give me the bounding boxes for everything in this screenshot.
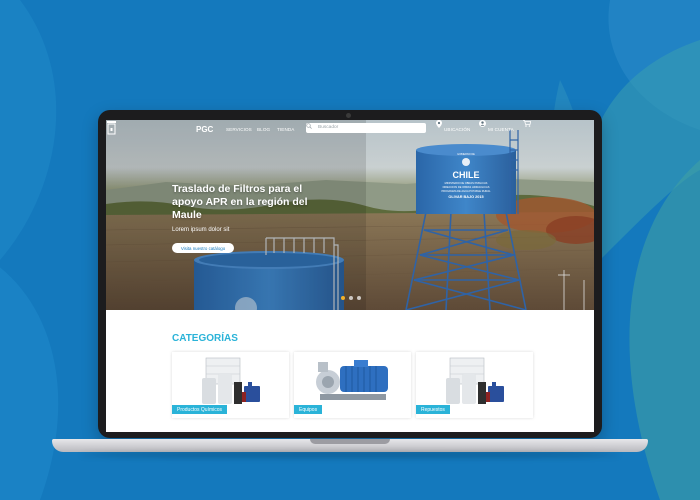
logo-text[interactable]: PGC: [196, 125, 213, 134]
cart-icon[interactable]: [523, 120, 531, 127]
category-card-quimicos[interactable]: Productos Químicos: [172, 352, 289, 418]
category-card-equipos[interactable]: Equipos: [294, 352, 411, 418]
nav-mi-cuenta[interactable]: MI CUENTA: [488, 127, 514, 132]
search-placeholder: Buscador: [318, 125, 339, 130]
tank-sign-line: MINISTERIO DE OBRAS PUBLICAS: [445, 181, 488, 185]
search-input[interactable]: Buscador: [306, 123, 426, 133]
tank-sign-line: OLIVAR BAJO 2015: [448, 195, 483, 199]
tank-sign-line: GOBIERNO DE: [457, 153, 475, 156]
category-label: Repuestos: [416, 405, 450, 414]
category-label: Productos Químicos: [172, 405, 228, 414]
search-icon: [306, 123, 312, 129]
laptop-shadow: [80, 452, 620, 458]
carousel-dot[interactable]: [357, 296, 361, 300]
nav-servicios[interactable]: SERVICIOS: [226, 127, 252, 132]
laptop-notch: [310, 439, 390, 444]
webcam: [346, 113, 351, 118]
nav-blog[interactable]: BLOG: [257, 127, 270, 132]
top-nav: PGC SERVICIOS BLOG TIENDA Buscador UBICA…: [106, 120, 594, 140]
pgc-logo-icon[interactable]: [106, 120, 117, 135]
categories-title: CATEGORÍAS: [172, 333, 238, 344]
tank-sign-line: DIRECCION DE OBRAS HIDRAULICAS: [443, 185, 490, 189]
carousel-dot[interactable]: [341, 296, 345, 300]
hero-banner: CHILE MINISTERIO DE OBRAS PUBLICAS DIREC…: [106, 120, 594, 310]
carousel-dots: [341, 296, 361, 300]
account-icon[interactable]: [479, 120, 486, 127]
hero-subtitle: Lorem ipsum dolor sit: [172, 227, 230, 233]
catalog-button[interactable]: Visita nuestro catálogo: [172, 243, 234, 253]
laptop: CHILE MINISTERIO DE OBRAS PUBLICAS DIREC…: [98, 110, 602, 438]
category-label: Equipos: [294, 405, 323, 414]
location-pin-icon[interactable]: [436, 120, 442, 128]
tank-sign-line: PROGRAMA DE AGUA POTABLE RURAL: [441, 189, 491, 193]
hero-title: Traslado de Filtros para el apoyo APR en…: [172, 183, 308, 221]
nav-tienda[interactable]: TIENDA: [277, 127, 294, 132]
laptop-base: [52, 439, 648, 452]
nav-ubicacion[interactable]: UBICACIÓN: [444, 127, 470, 132]
tank-sign-chile: CHILE: [453, 170, 480, 180]
laptop-screen: CHILE MINISTERIO DE OBRAS PUBLICAS DIREC…: [106, 120, 594, 432]
category-card-repuestos[interactable]: Repuestos: [416, 352, 533, 418]
carousel-dot[interactable]: [349, 296, 353, 300]
